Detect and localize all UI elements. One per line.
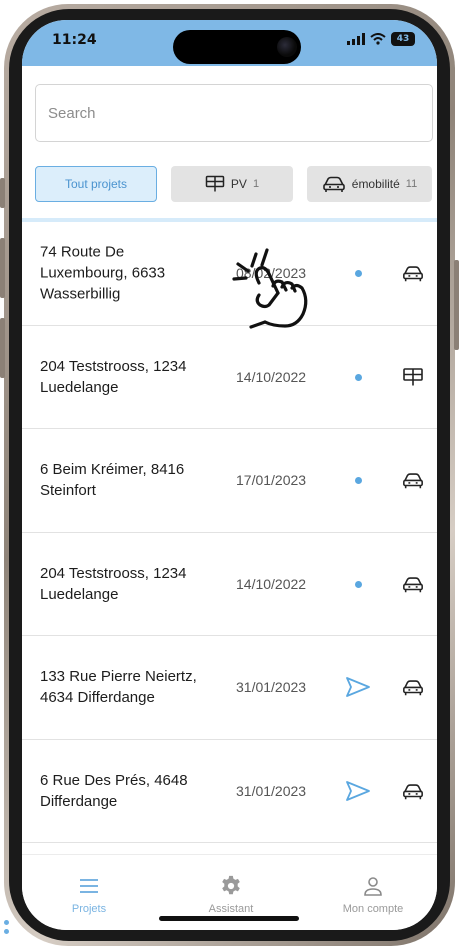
nav-label: Mon compte bbox=[342, 903, 404, 915]
project-row[interactable]: 6 Beim Kréimer, 8416 Steinfort 17/01/2023 bbox=[22, 429, 437, 533]
camera-icon bbox=[277, 37, 297, 57]
car-icon bbox=[403, 473, 423, 489]
send-icon bbox=[346, 677, 370, 698]
nav-projets[interactable]: Projets bbox=[34, 875, 144, 915]
user-icon bbox=[364, 877, 382, 896]
volume-down-button bbox=[0, 318, 5, 378]
filter-all-projects[interactable]: Tout projets bbox=[35, 166, 157, 202]
project-address: 74 Route De Luxembourg, 6633 Wasserbilli… bbox=[40, 243, 166, 303]
battery-icon: 43 bbox=[391, 32, 415, 46]
filter-emobility[interactable]: émobilité 11 bbox=[307, 166, 432, 202]
mute-switch bbox=[0, 178, 5, 208]
home-indicator[interactable] bbox=[159, 916, 299, 921]
project-date: 31/01/2023 bbox=[236, 782, 307, 799]
project-row[interactable]: 204 Teststrooss, 1234 Luedelange 14/10/20… bbox=[22, 325, 437, 429]
page-dot bbox=[4, 929, 9, 934]
project-address: 204 Teststrooss, 1234 Luedelange bbox=[40, 357, 187, 396]
solar-panel-icon bbox=[403, 367, 423, 386]
project-address: 204 Teststrooss, 1234 Luedelange bbox=[40, 564, 187, 603]
dynamic-island bbox=[173, 30, 301, 64]
gear-icon bbox=[222, 875, 240, 895]
search-input[interactable] bbox=[35, 84, 433, 142]
project-address: 6 Beim Kréimer, 8416 Steinfort bbox=[40, 461, 185, 500]
project-date: 31/01/2023 bbox=[236, 679, 307, 696]
project-date: 17/01/2023 bbox=[236, 472, 307, 489]
power-button bbox=[454, 260, 459, 350]
car-icon bbox=[403, 577, 423, 592]
menu-icon bbox=[80, 879, 98, 893]
filter-label: émobilité bbox=[351, 177, 400, 191]
wifi-icon bbox=[370, 33, 386, 45]
status-dot bbox=[355, 270, 362, 278]
signal-icon bbox=[347, 33, 365, 45]
car-icon bbox=[322, 176, 345, 192]
app-screen: 11:24 43 Tout projets bbox=[22, 20, 437, 930]
status-time: 11:24 bbox=[52, 32, 97, 48]
project-date: 14/10/2022 bbox=[236, 575, 307, 592]
status-dot bbox=[355, 373, 362, 381]
project-row[interactable]: 6 Rue Des Prés, 4648 Differdange 31/01/20… bbox=[22, 739, 437, 843]
nav-label: Projets bbox=[71, 903, 107, 915]
car-icon bbox=[403, 680, 423, 696]
page-dots bbox=[4, 920, 9, 938]
filter-label: PV bbox=[230, 177, 247, 191]
volume-up-button bbox=[0, 238, 5, 298]
page-dot bbox=[4, 920, 9, 925]
filter-label: Tout projets bbox=[64, 177, 128, 191]
project-address: 6 Rue Des Prés, 4648 Differdange bbox=[40, 771, 188, 810]
project-address: 133 Rue Pierre Neiertz, 4634 Differdange bbox=[40, 668, 197, 707]
send-icon bbox=[346, 780, 370, 801]
status-bar: 11:24 43 bbox=[22, 20, 437, 66]
project-date: 14/10/2022 bbox=[236, 368, 307, 385]
car-icon bbox=[403, 784, 423, 799]
filter-count: 1 bbox=[252, 178, 260, 190]
filter-count: 11 bbox=[405, 178, 418, 190]
nav-assistant[interactable]: Assistant bbox=[176, 875, 286, 915]
car-icon bbox=[403, 266, 423, 282]
filter-bar: Tout projets PV 1 émobilité 11 bbox=[35, 166, 435, 204]
nav-mon-compte[interactable]: Mon compte bbox=[318, 875, 428, 915]
status-icons: 43 bbox=[347, 32, 415, 46]
filter-pv[interactable]: PV 1 bbox=[171, 166, 293, 202]
nav-label: Assistant bbox=[208, 903, 254, 915]
project-row[interactable]: 133 Rue Pierre Neiertz, 4634 Differdange… bbox=[22, 636, 437, 740]
project-row[interactable]: 204 Teststrooss, 1234 Luedelange 14/10/20… bbox=[22, 532, 437, 636]
tap-gesture-icon bbox=[232, 248, 308, 329]
solar-panel-icon bbox=[205, 175, 225, 192]
status-dot bbox=[355, 580, 362, 588]
status-dot bbox=[355, 477, 362, 485]
